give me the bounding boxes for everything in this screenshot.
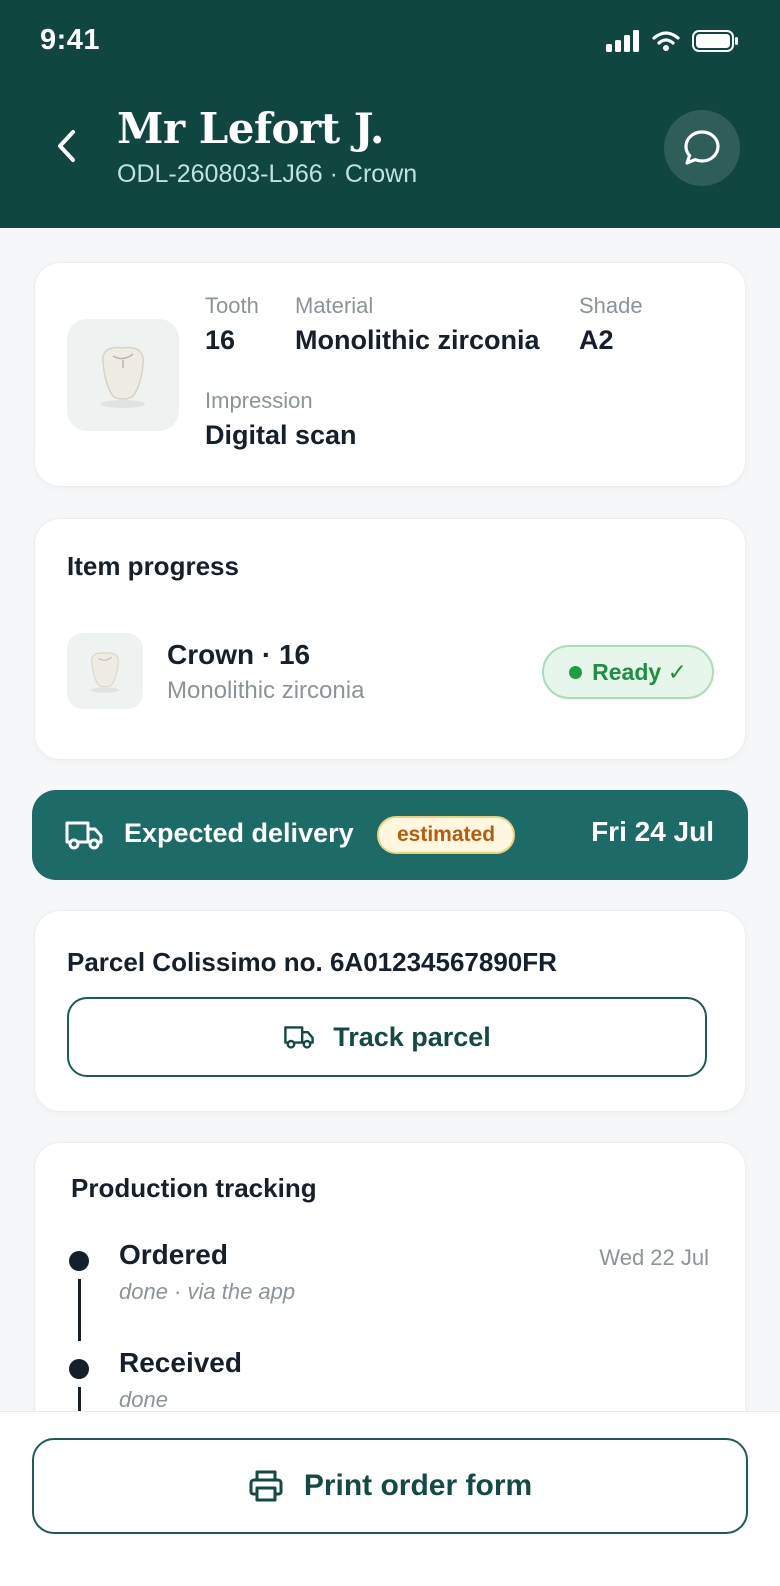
print-order-form-button[interactable]: Print order form (32, 1438, 748, 1534)
parcel-card: Parcel Colissimo no. 6A01234567890FR Tra… (34, 910, 746, 1112)
impression-spec: Impression Digital scan (205, 388, 357, 451)
battery-icon (692, 30, 738, 52)
page-title: Mr Lefort J. (117, 104, 384, 153)
item-progress-card: Item progress Crown · 16 Monolithic zirc… (34, 518, 746, 760)
track-parcel-button[interactable]: Track parcel (67, 997, 707, 1077)
step-name: Received (119, 1347, 242, 1378)
status-text: Ready ✓ (592, 658, 687, 685)
estimated-badge: estimated (377, 816, 516, 854)
step-status: done (119, 1387, 168, 1412)
track-parcel-label: Track parcel (333, 1021, 491, 1052)
impression-label: Impression (205, 388, 313, 413)
step-date: Wed 22 Jul (599, 1245, 709, 1270)
shade-spec: Shade A2 (579, 293, 643, 356)
item-name: Crown · 16 (167, 639, 311, 670)
timeline-step: Ordered done · via the app Wed 22 Jul (69, 1239, 709, 1347)
impression-value: Digital scan (205, 420, 357, 450)
step-name: Ordered (119, 1239, 228, 1270)
print-order-form-label: Print order form (303, 1469, 533, 1502)
material-value: Monolithic zirconia (295, 325, 540, 355)
chat-button[interactable] (664, 110, 740, 186)
expected-delivery-banner: Expected delivery estimated Fri 24 Jul (32, 790, 748, 880)
tooth-thumbnail (67, 319, 179, 431)
material-label: Material (295, 293, 374, 318)
item-material: Monolithic zirconia (167, 677, 365, 704)
app-header: 9:41 Mr Lefort J. ODL-260803-LJ66 · Crow… (0, 0, 780, 228)
tooth-crown-icon (90, 652, 120, 693)
production-tracking-title: Production tracking (71, 1173, 317, 1203)
item-thumbnail (67, 633, 143, 709)
status-icons (606, 30, 738, 52)
shade-label: Shade (579, 293, 643, 318)
delivery-label: Expected delivery (124, 818, 354, 848)
truck-icon (284, 1026, 314, 1049)
shade-value: A2 (579, 325, 614, 355)
printer-icon (249, 1470, 283, 1502)
delivery-date: Fri 24 Jul (591, 816, 714, 847)
order-subtitle: ODL-260803-LJ66 · Crown (117, 160, 418, 188)
step-connector (78, 1279, 81, 1341)
status-dot-icon (569, 665, 583, 679)
step-dot-icon (69, 1251, 89, 1271)
order-spec-card: Tooth 16 Material Monolithic zirconia Sh… (34, 262, 746, 487)
item-progress-title: Item progress (67, 551, 239, 581)
wifi-icon (652, 31, 680, 51)
status-time: 9:41 (40, 24, 101, 56)
step-status: done · via the app (119, 1279, 296, 1304)
chevron-left-icon (58, 130, 75, 162)
footer-bar: Print order form (0, 1411, 780, 1586)
status-badge: Ready ✓ (542, 645, 714, 699)
tooth-crown-icon (101, 346, 145, 408)
tooth-value: 16 (205, 325, 236, 355)
step-dot-icon (69, 1359, 89, 1379)
parcel-number: Parcel Colissimo no. 6A01234567890FR (67, 947, 557, 977)
material-spec: Material Monolithic zirconia (295, 293, 540, 356)
cellular-signal-icon (606, 30, 639, 52)
chat-bubble-icon (684, 130, 720, 165)
back-button[interactable] (46, 124, 88, 168)
tooth-spec: Tooth 16 (205, 293, 259, 356)
truck-icon (65, 821, 103, 850)
tooth-label: Tooth (205, 293, 259, 318)
